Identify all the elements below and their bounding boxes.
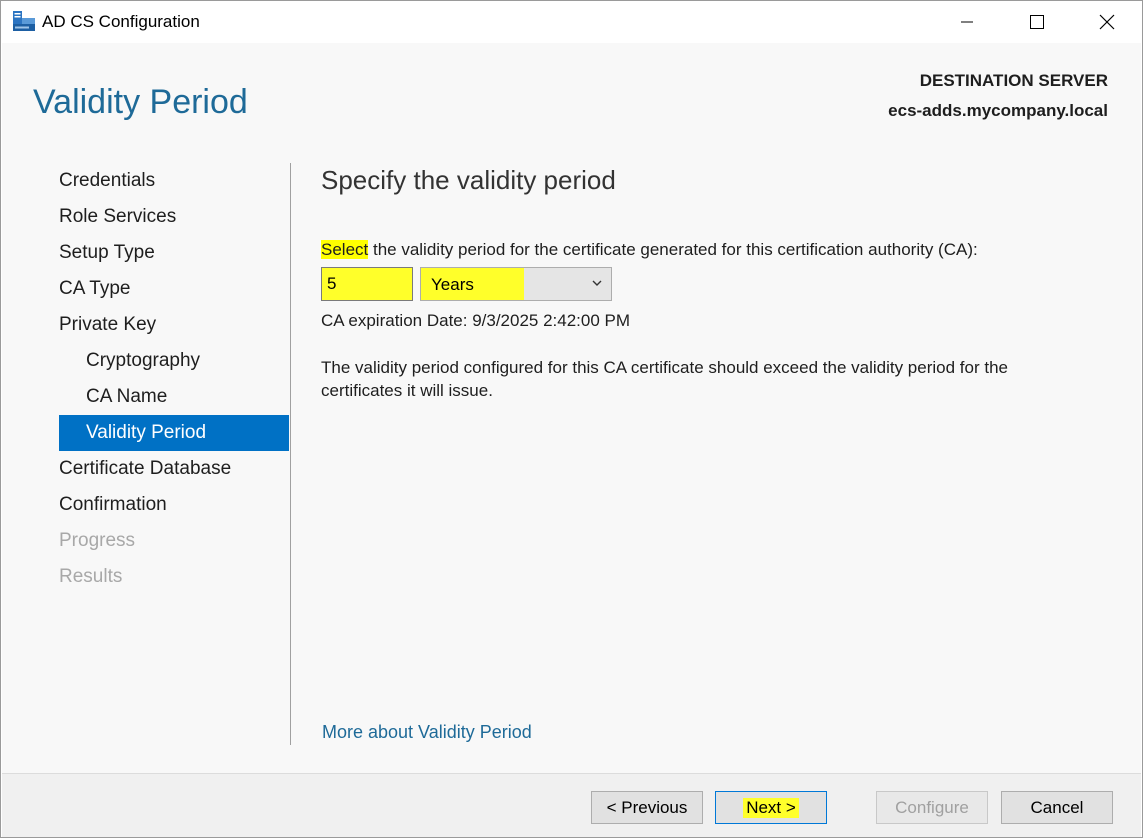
destination-server-label: DESTINATION SERVER	[919, 71, 1108, 90]
validity-instruction: Select the validity period for the certi…	[321, 240, 978, 260]
ca-expiration-date: CA expiration Date: 9/3/2025 2:42:00 PM	[321, 311, 631, 330]
server-app-icon	[13, 11, 35, 31]
next-button[interactable]: Next >	[715, 791, 827, 824]
validity-unit-dropdown[interactable]: Years	[420, 267, 612, 301]
nav-item-ca-name[interactable]: CA Name	[59, 379, 289, 415]
nav-item-confirmation[interactable]: Confirmation	[59, 487, 289, 523]
next-button-label: Next >	[743, 797, 799, 818]
destination-server-name: ecs-adds.mycompany.local	[888, 101, 1108, 120]
nav-item-ca-type[interactable]: CA Type	[59, 271, 289, 307]
more-about-validity-link[interactable]: More about Validity Period	[322, 722, 532, 743]
nav-item-private-key[interactable]: Private Key	[59, 307, 289, 343]
minimize-icon	[961, 21, 973, 23]
page-title: Validity Period	[33, 83, 248, 121]
validity-period-input[interactable]	[321, 267, 413, 301]
validity-note: The validity period configured for this …	[321, 358, 1008, 400]
section-title: Specify the validity period	[321, 165, 616, 195]
instruction-highlight: Select	[321, 240, 369, 259]
instruction-text: the validity period for the certificate …	[368, 240, 978, 259]
previous-button[interactable]: < Previous	[591, 791, 703, 824]
maximize-button[interactable]	[1002, 1, 1072, 43]
nav-item-certificate-database[interactable]: Certificate Database	[59, 451, 289, 487]
nav-item-role-services[interactable]: Role Services	[59, 199, 289, 235]
wizard-content: Validity Period DESTINATION SERVER ecs-a…	[2, 43, 1141, 773]
ad-cs-configuration-window: AD CS Configuration Validity Period DEST…	[0, 0, 1143, 838]
window-title: AD CS Configuration	[42, 12, 200, 31]
nav-item-results: Results	[59, 566, 123, 587]
nav-item-cryptography[interactable]: Cryptography	[59, 343, 289, 379]
title-bar[interactable]: AD CS Configuration	[1, 1, 1142, 43]
validity-unit-value: Years	[431, 275, 474, 294]
wizard-footer: < Previous Next > Configure Cancel	[2, 773, 1141, 837]
chevron-down-icon	[592, 280, 602, 286]
close-icon	[1099, 14, 1115, 30]
nav-item-setup-type[interactable]: Setup Type	[59, 235, 289, 271]
nav-item-credentials[interactable]: Credentials	[59, 163, 289, 199]
maximize-icon	[1030, 15, 1044, 29]
nav-item-progress: Progress	[59, 530, 136, 551]
configure-button: Configure	[876, 791, 988, 824]
minimize-button[interactable]	[932, 1, 1002, 43]
close-button[interactable]	[1072, 1, 1142, 43]
nav-divider	[290, 163, 291, 745]
cancel-button[interactable]: Cancel	[1001, 791, 1113, 824]
nav-item-validity-period[interactable]: Validity Period	[59, 415, 289, 451]
